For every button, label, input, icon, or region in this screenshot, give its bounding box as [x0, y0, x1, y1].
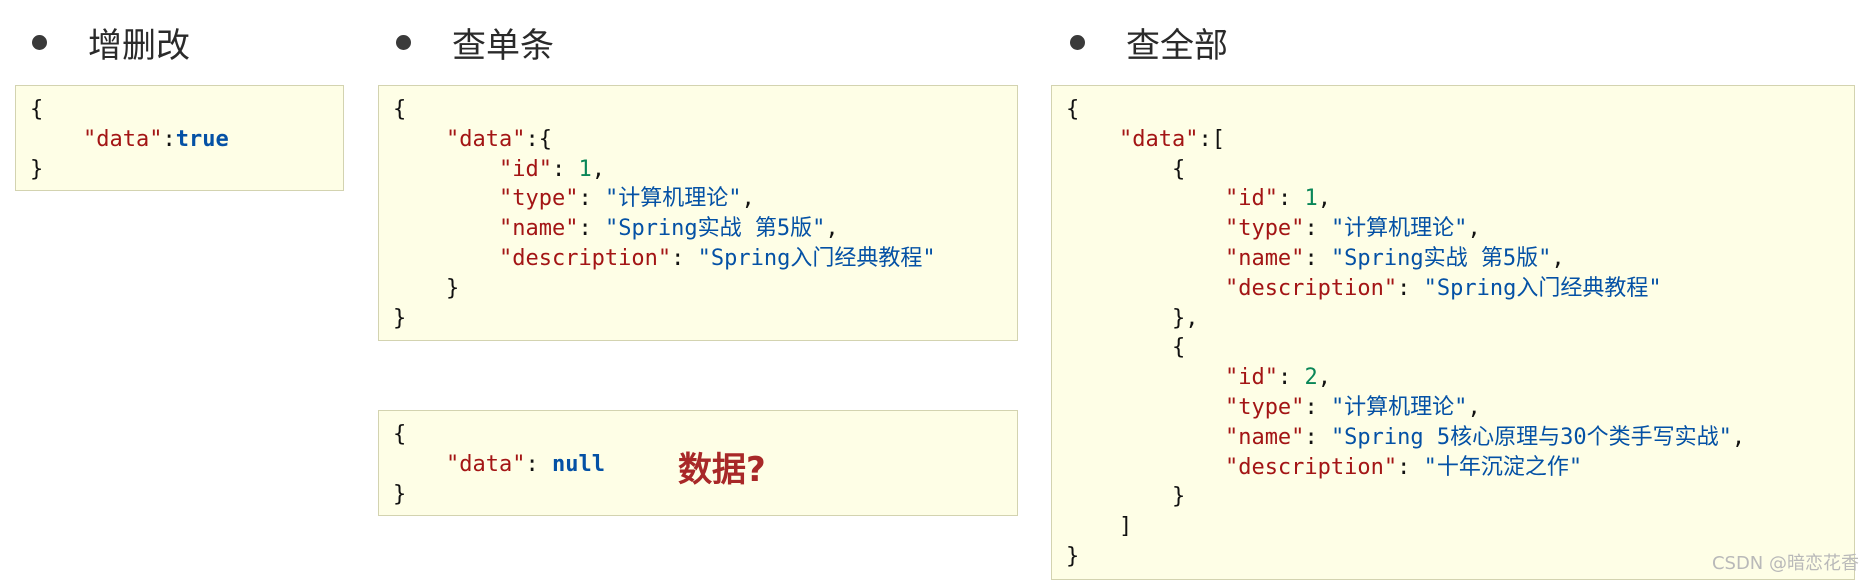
json-key: "description": [1224, 275, 1398, 301]
json-key: "id": [1224, 365, 1278, 391]
json-string-value: "Spring实战 第5版": [1330, 245, 1552, 271]
code-get-all: { "data":[ { "id": 1, "type": "计算机理论", "…: [1066, 97, 1746, 569]
json-string-value: "计算机理论": [1330, 216, 1468, 242]
json-key: "data": [82, 126, 163, 152]
json-key: "type": [1224, 216, 1305, 242]
code-get-one: { "data":{ "id": 1, "type": "计算机理论", "na…: [393, 97, 936, 331]
json-key: "data": [445, 126, 526, 152]
heading-get-all: 查全部: [1070, 20, 1228, 66]
heading-crud: 增删改: [32, 20, 190, 66]
json-string-value: "Spring实战 第5版": [604, 216, 826, 242]
json-key: "type": [1224, 394, 1305, 420]
json-string-value: "Spring入门经典教程": [1423, 275, 1662, 301]
json-key: "data": [1118, 126, 1199, 152]
json-string-value: "计算机理论": [1330, 394, 1468, 420]
json-key: "name": [498, 216, 579, 242]
json-string-value: "Spring 5核心原理与30个类手写实战": [1330, 424, 1732, 450]
code-null: { "data": null }: [393, 422, 605, 507]
heading-get-one: 查单条: [396, 20, 554, 66]
json-bool-value: true: [175, 126, 229, 152]
code-crud: { "data":true }: [30, 97, 229, 182]
json-string-value: "十年沉淀之作": [1423, 454, 1583, 480]
json-key: "name": [1224, 245, 1305, 271]
data-question-callout: 数据?: [678, 450, 766, 490]
code-box-crud: { "data":true }: [15, 85, 344, 191]
json-number-value: 1: [578, 156, 592, 182]
json-number-value: 1: [1304, 186, 1318, 212]
heading-get-one-text: 查单条: [452, 25, 554, 66]
code-box-get-all: { "data":[ { "id": 1, "type": "计算机理论", "…: [1051, 85, 1855, 580]
bullet-icon: [32, 34, 47, 50]
json-key: "data": [445, 451, 526, 477]
json-string-value: "计算机理论": [604, 186, 742, 212]
json-number-value: 2: [1304, 365, 1318, 391]
json-key: "id": [1224, 186, 1278, 212]
json-string-value: "Spring入门经典教程": [697, 245, 936, 271]
bullet-icon: [1070, 34, 1085, 50]
json-key: "name": [1224, 424, 1305, 450]
json-null-value: null: [551, 451, 605, 477]
json-key: "description": [1224, 454, 1398, 480]
bullet-icon: [396, 34, 411, 50]
json-key: "id": [498, 156, 552, 182]
json-key: "description": [498, 245, 672, 271]
heading-get-all-text: 查全部: [1126, 25, 1228, 66]
code-box-get-one: { "data":{ "id": 1, "type": "计算机理论", "na…: [378, 85, 1018, 341]
json-key: "type": [498, 186, 579, 212]
watermark: CSDN @暗恋花香: [1711, 553, 1859, 574]
heading-crud-text: 增删改: [88, 25, 190, 66]
